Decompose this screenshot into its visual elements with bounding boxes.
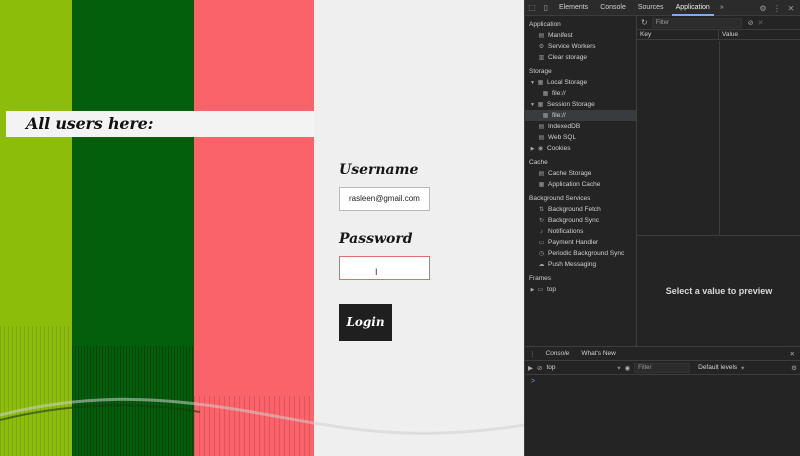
sidebar-item-clear-storage[interactable]: ▥ Clear storage xyxy=(525,52,636,63)
password-input[interactable] xyxy=(339,256,430,280)
sidebar-item-local-storage-file[interactable]: ▦ file:// xyxy=(525,88,636,99)
database-icon: ▤ xyxy=(538,171,545,177)
log-levels-select[interactable]: Default levels xyxy=(698,364,737,371)
sidebar-item-manifest[interactable]: ▤ Manifest xyxy=(525,30,636,41)
console-drawer: ⋮ Console What's New ✕ ▶ ⊘ top ▾ ◉ Filte… xyxy=(525,346,800,456)
device-toggle-icon[interactable]: ▯ xyxy=(539,0,553,16)
section-frames: Frames xyxy=(529,275,552,282)
password-label: Password xyxy=(339,231,413,247)
refresh-icon[interactable]: ↻ xyxy=(641,18,648,27)
drawer-tabs: ⋮ Console What's New ✕ xyxy=(525,347,800,361)
column-key[interactable]: Key xyxy=(637,30,719,39)
username-label: Username xyxy=(339,162,419,178)
sidebar-item-background-sync[interactable]: ↻ Background Sync xyxy=(525,215,636,226)
sidebar-item-payment-handler[interactable]: ▭ Payment Handler xyxy=(525,237,636,248)
storage-view: ↻ Filter ⊘ ✕ Key Value Select a value to… xyxy=(637,16,800,346)
sidebar-item-local-storage[interactable]: ▼ ▦ Local Storage xyxy=(525,77,636,88)
sidebar-item-websql[interactable]: ▤ Web SQL xyxy=(525,132,636,143)
devtools-panel: ⬚ ▯ Elements Console Sources Application… xyxy=(524,0,800,456)
cable-decoration xyxy=(0,397,524,435)
devtools-toolbar: ⬚ ▯ Elements Console Sources Application… xyxy=(525,0,800,16)
clock-icon: ◷ xyxy=(538,251,545,257)
clear-console-icon[interactable]: ⊘ xyxy=(537,364,542,372)
sidebar-item-application-cache[interactable]: ▦ Application Cache xyxy=(525,179,636,190)
sync-icon: ↻ xyxy=(538,218,545,224)
cookie-icon: ◉ xyxy=(537,146,544,152)
grid-icon: ▦ xyxy=(537,102,544,108)
trash-icon: ▥ xyxy=(538,55,545,61)
tab-application[interactable]: Application xyxy=(670,0,716,16)
section-storage: Storage xyxy=(529,68,552,75)
document-icon: ▤ xyxy=(538,33,545,39)
sidebar-item-push-messaging[interactable]: ☁ Push Messaging xyxy=(525,259,636,270)
close-drawer-icon[interactable]: ✕ xyxy=(790,350,800,358)
eye-icon[interactable]: ◉ xyxy=(624,364,630,372)
kebab-menu-icon[interactable]: ⋮ xyxy=(770,0,784,16)
grid-icon: ▦ xyxy=(542,91,549,97)
drawer-menu-icon[interactable]: ⋮ xyxy=(525,350,540,358)
caret-right-icon[interactable]: ▶ xyxy=(529,287,536,293)
more-tabs-button[interactable]: » xyxy=(716,4,728,11)
inspect-icon[interactable]: ⬚ xyxy=(525,0,539,16)
preview-placeholder: Select a value to preview xyxy=(665,286,773,296)
users-heading: All users here: xyxy=(26,114,154,133)
tab-console[interactable]: Console xyxy=(594,0,632,16)
storage-table-body xyxy=(637,41,800,236)
grid-icon: ▦ xyxy=(538,182,545,188)
column-divider xyxy=(719,41,720,236)
application-sidebar: Application ▤ Manifest ⚙ Service Workers ▥… xyxy=(525,16,637,346)
sidebar-item-cookies[interactable]: ▶ ◉ Cookies xyxy=(525,143,636,154)
sidebar-item-cache-storage[interactable]: ▤ Cache Storage xyxy=(525,168,636,179)
tab-elements[interactable]: Elements xyxy=(553,0,594,16)
console-toolbar: ▶ ⊘ top ▾ ◉ Filter Default levels ▾ ⚙ xyxy=(525,361,800,375)
users-banner: All users here: xyxy=(6,111,314,137)
section-background-services: Background Services xyxy=(529,195,591,202)
frame-icon: ▭ xyxy=(537,287,544,293)
username-input[interactable]: rasleen@gmail.com xyxy=(339,187,430,211)
context-select[interactable]: top ▾ xyxy=(546,364,620,372)
sidebar-item-service-workers[interactable]: ⚙ Service Workers xyxy=(525,41,636,52)
tab-sources[interactable]: Sources xyxy=(632,0,670,16)
console-prompt[interactable]: > xyxy=(525,375,800,385)
caret-right-icon[interactable]: ▶ xyxy=(529,146,536,152)
sidebar-item-session-storage[interactable]: ▼ ▦ Session Storage xyxy=(525,99,636,110)
close-icon[interactable]: ✕ xyxy=(784,0,798,16)
storage-table-header: Key Value xyxy=(637,30,800,40)
console-filter-input[interactable]: Filter xyxy=(634,362,691,373)
login-button[interactable]: Login xyxy=(339,304,392,341)
bell-icon: ♪ xyxy=(540,228,543,235)
dropdown-arrow-icon: ▾ xyxy=(741,364,745,372)
drawer-tab-whats-new[interactable]: What's New xyxy=(575,350,621,357)
arrows-updown-icon: ⇅ xyxy=(538,207,545,213)
storage-toolbar: ↻ Filter ⊘ ✕ xyxy=(637,16,800,30)
delete-selected-icon[interactable]: ✕ xyxy=(758,19,764,27)
grid-icon: ▦ xyxy=(537,80,544,86)
grid-icon: ▦ xyxy=(542,113,549,119)
gear-icon: ⚙ xyxy=(538,44,545,50)
sidebar-item-periodic-background-sync[interactable]: ◷ Periodic Background Sync xyxy=(525,248,636,259)
web-page: All users here: Username rasleen@gmail.c… xyxy=(0,0,524,456)
storage-filter-input[interactable]: Filter xyxy=(651,17,742,28)
caret-down-icon[interactable]: ▼ xyxy=(529,80,536,86)
sidebar-toggle-icon[interactable]: ▶ xyxy=(528,364,533,372)
database-icon: ▤ xyxy=(538,124,545,130)
drawer-tab-console[interactable]: Console xyxy=(540,350,576,357)
settings-gear-icon[interactable]: ⚙ xyxy=(756,0,770,16)
section-cache: Cache xyxy=(529,159,548,166)
dropdown-arrow-icon: ▾ xyxy=(617,364,621,372)
section-application: Application xyxy=(529,21,561,28)
cloud-icon: ☁ xyxy=(538,262,545,268)
database-icon: ▤ xyxy=(538,135,545,141)
sidebar-item-background-fetch[interactable]: ⇅ Background Fetch xyxy=(525,204,636,215)
card-icon: ▭ xyxy=(538,240,545,246)
sidebar-item-frame-top[interactable]: ▶ ▭ top xyxy=(525,284,636,295)
column-value[interactable]: Value xyxy=(719,30,738,39)
sidebar-item-notifications[interactable]: ♪ Notifications xyxy=(525,226,636,237)
sidebar-item-indexeddb[interactable]: ▤ IndexedDB xyxy=(525,121,636,132)
console-settings-icon[interactable]: ⚙ xyxy=(791,364,800,372)
sidebar-item-session-storage-file[interactable]: ▦ file:// xyxy=(525,110,636,121)
text-cursor-icon: I xyxy=(375,267,378,277)
caret-down-icon[interactable]: ▼ xyxy=(529,102,536,108)
clear-all-icon[interactable]: ⊘ xyxy=(748,19,754,27)
